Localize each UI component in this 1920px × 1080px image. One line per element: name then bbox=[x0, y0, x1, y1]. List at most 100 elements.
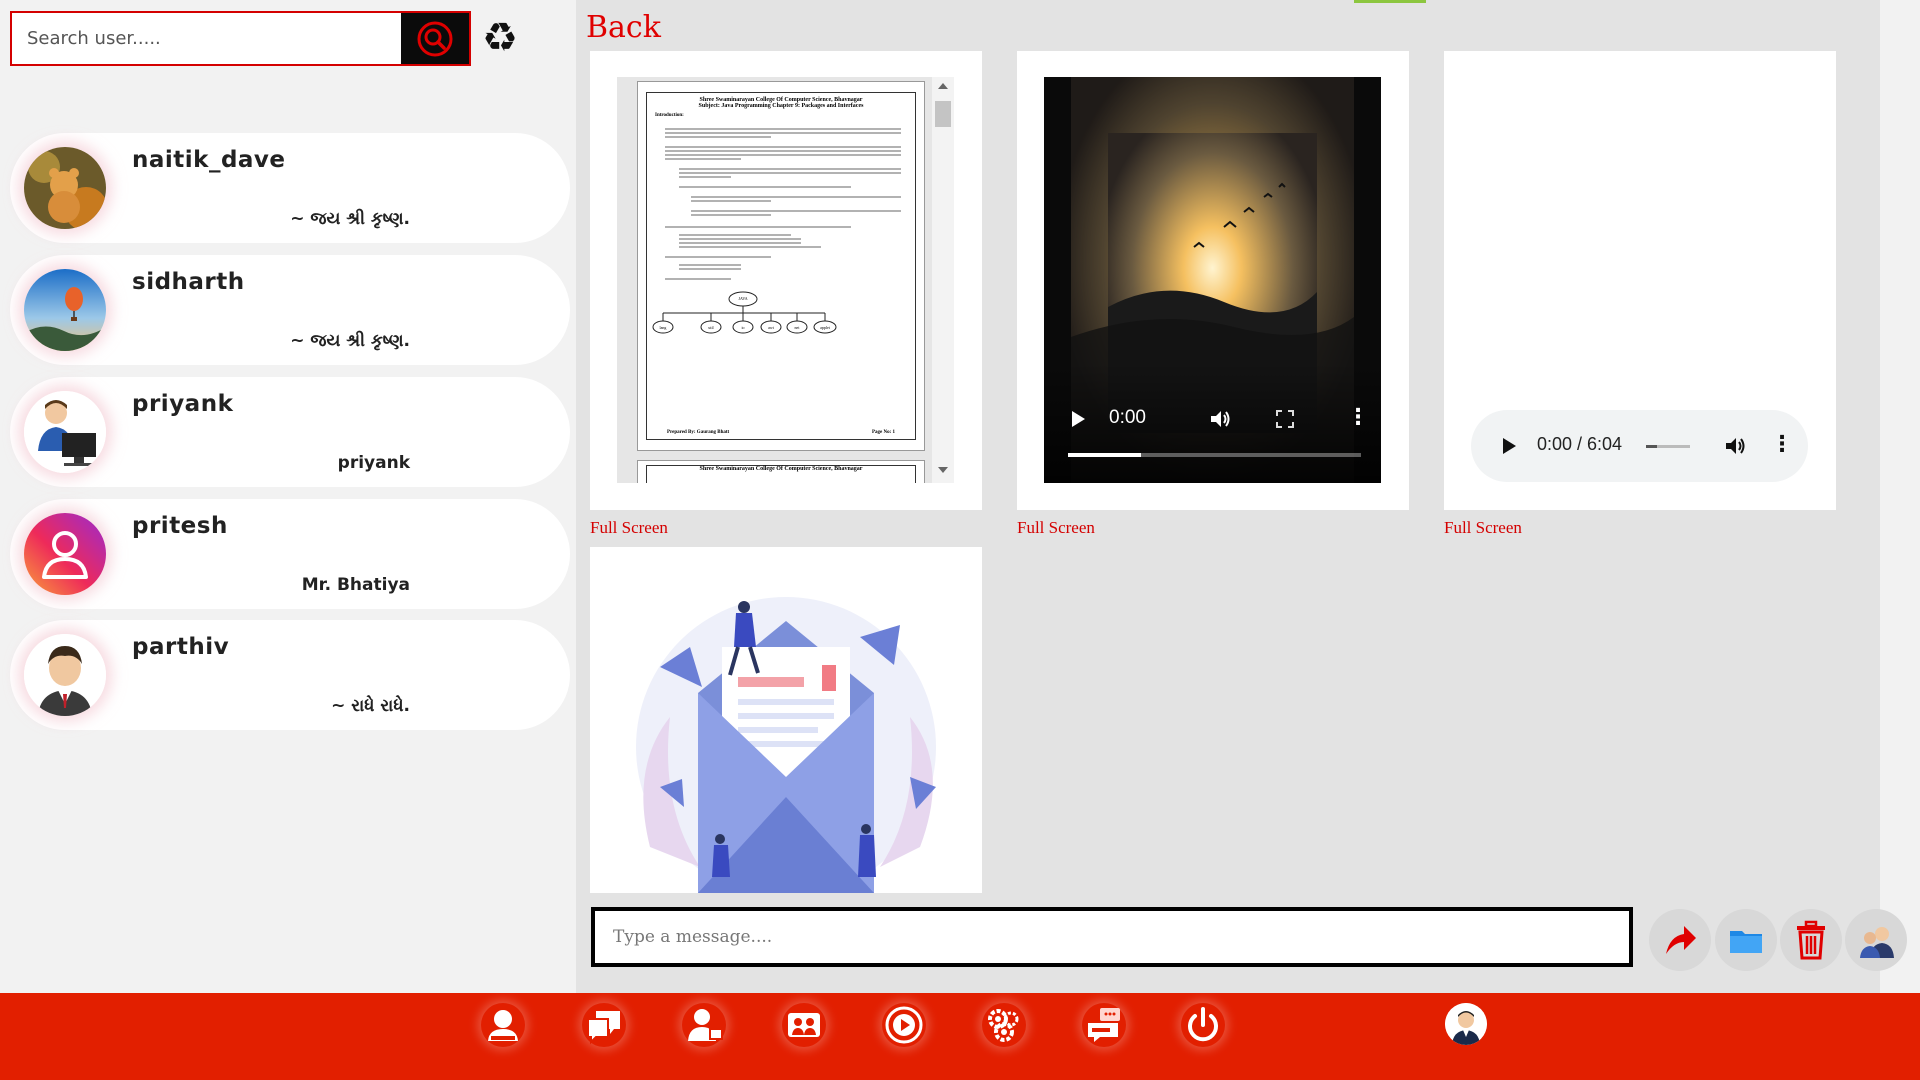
nav-profile[interactable] bbox=[481, 1003, 525, 1047]
settings-gears-icon bbox=[988, 1009, 1019, 1042]
video-play-icon bbox=[885, 1006, 923, 1044]
group-chat-icon bbox=[788, 1013, 820, 1037]
doc-footer-left: Prepared By: Gaurang Bhatt bbox=[667, 430, 730, 435]
account-avatar-icon bbox=[1445, 1003, 1487, 1045]
search-box bbox=[10, 11, 471, 66]
video-progress-fill bbox=[1068, 453, 1142, 457]
nav-account[interactable] bbox=[1445, 1003, 1487, 1045]
nav-video[interactable] bbox=[882, 1003, 926, 1047]
doc-section: Introduction: bbox=[655, 113, 684, 118]
doc-next-page-header: Shree Swaminarayan College Of Computer S… bbox=[646, 465, 916, 483]
doc-diagram-node-lang: lang bbox=[659, 325, 667, 330]
audio-volume-slider[interactable] bbox=[1646, 445, 1690, 448]
scrollbar-thumb[interactable] bbox=[935, 101, 951, 127]
audio-player[interactable]: 0:00 / 6:04 ⋮ bbox=[1471, 410, 1808, 482]
user-item-priyank[interactable]: priyank priyank bbox=[10, 377, 570, 487]
nav-feedback[interactable] bbox=[1082, 1003, 1126, 1047]
volume-icon[interactable] bbox=[1724, 435, 1746, 457]
fullscreen-icon[interactable] bbox=[1276, 410, 1294, 428]
user-name: sidharth bbox=[132, 269, 245, 295]
user-status: ~ જય શ્રી કૃષ્ણ. bbox=[290, 209, 410, 229]
top-accent-bar bbox=[1354, 0, 1426, 3]
attach-file-button[interactable] bbox=[1715, 909, 1777, 971]
delete-button[interactable] bbox=[1780, 909, 1842, 971]
avatar bbox=[24, 634, 106, 716]
nav-settings[interactable] bbox=[982, 1003, 1026, 1047]
video-time: 0:00 bbox=[1109, 407, 1146, 428]
doc-diagram-node-io: io bbox=[741, 325, 745, 330]
user-name: pritesh bbox=[132, 513, 228, 539]
user-sidebar: ♻ naitik_dave ~ જય શ્રી કૃષ્ણ. bbox=[0, 0, 576, 993]
video-controls: 0:00 ⋮ bbox=[1044, 363, 1381, 483]
doc-diagram-node-awt: awt bbox=[768, 325, 774, 330]
feedback-icon bbox=[1088, 1008, 1120, 1042]
envelope-illustration bbox=[636, 597, 936, 893]
document-viewer[interactable]: Shree Swaminarayan College Of Computer S… bbox=[617, 77, 954, 483]
doc-diagram-node-util: util bbox=[708, 325, 714, 330]
user-item-parthiv[interactable]: parthiv ~ રાધે રાધે. bbox=[10, 620, 570, 730]
trash-icon bbox=[1797, 920, 1825, 960]
message-input[interactable] bbox=[591, 907, 1633, 967]
recycle-icon[interactable]: ♻ bbox=[478, 16, 522, 60]
nav-group-chat[interactable] bbox=[782, 1003, 826, 1047]
volume-icon[interactable] bbox=[1209, 408, 1231, 430]
user-status: priyank bbox=[337, 453, 410, 473]
media-card-video: 0:00 ⋮ bbox=[1017, 51, 1409, 510]
media-card-image[interactable] bbox=[590, 547, 982, 893]
user-name: parthiv bbox=[132, 634, 230, 660]
group-button[interactable] bbox=[1845, 909, 1907, 971]
contacts-icon bbox=[688, 1009, 723, 1041]
user-status: ~ રાધે રાધે. bbox=[331, 696, 410, 716]
user-name: priyank bbox=[132, 391, 234, 417]
search-input[interactable] bbox=[12, 13, 401, 64]
send-button[interactable] bbox=[1649, 909, 1711, 971]
more-options-icon[interactable]: ⋮ bbox=[1347, 407, 1369, 429]
user-status: Mr. Bhatiya bbox=[301, 575, 410, 595]
more-options-icon[interactable]: ⋮ bbox=[1771, 434, 1793, 456]
scroll-down-arrow-icon[interactable] bbox=[938, 467, 948, 473]
play-icon[interactable] bbox=[1503, 438, 1516, 454]
nav-chat[interactable] bbox=[582, 1003, 626, 1047]
user-profile-icon bbox=[488, 1010, 518, 1041]
full-screen-link-video[interactable]: Full Screen bbox=[1017, 518, 1095, 538]
media-card-document: Shree Swaminarayan College Of Computer S… bbox=[590, 51, 982, 510]
audio-volume-fill bbox=[1646, 445, 1657, 448]
nav-contacts[interactable] bbox=[682, 1003, 726, 1047]
document-next-page: Shree Swaminarayan College Of Computer S… bbox=[637, 460, 925, 483]
video-progress-bar[interactable] bbox=[1068, 453, 1361, 457]
media-panel: Back Shree Swaminarayan College Of Compu… bbox=[576, 0, 1880, 993]
avatar bbox=[24, 513, 106, 595]
play-icon[interactable] bbox=[1072, 411, 1085, 427]
nav-logout[interactable] bbox=[1181, 1003, 1225, 1047]
avatar bbox=[24, 391, 106, 473]
user-name: naitik_dave bbox=[132, 147, 286, 173]
chat-icon bbox=[587, 1011, 620, 1045]
doc-diagram-node-applet: applet bbox=[820, 325, 830, 330]
document-scrollbar[interactable] bbox=[932, 77, 954, 483]
media-card-audio: 0:00 / 6:04 ⋮ bbox=[1444, 51, 1836, 510]
user-item-naitik-dave[interactable]: naitik_dave ~ જય શ્રી કૃષ્ણ. bbox=[10, 133, 570, 243]
user-item-pritesh[interactable]: pritesh Mr. Bhatiya bbox=[10, 499, 570, 609]
full-screen-link-document[interactable]: Full Screen bbox=[590, 518, 668, 538]
audio-time: 0:00 / 6:04 bbox=[1537, 434, 1623, 454]
user-status: ~ જય શ્રી કૃષ્ણ. bbox=[290, 331, 410, 351]
user-item-sidharth[interactable]: sidharth ~ જય શ્રી કૃષ્ણ. bbox=[10, 255, 570, 365]
scroll-up-arrow-icon[interactable] bbox=[938, 83, 948, 89]
power-icon bbox=[1188, 1007, 1218, 1042]
video-player[interactable]: 0:00 ⋮ bbox=[1044, 77, 1381, 483]
doc-diagram-root: JAVA bbox=[738, 296, 748, 301]
search-button[interactable] bbox=[401, 13, 469, 64]
send-arrow-icon bbox=[1666, 926, 1696, 954]
group-icon bbox=[1860, 927, 1894, 958]
search-icon bbox=[417, 21, 453, 56]
doc-diagram-node-net: net bbox=[794, 325, 800, 330]
avatar bbox=[24, 147, 106, 229]
bottom-navigation bbox=[0, 993, 1920, 1080]
doc-body-lines bbox=[665, 128, 901, 280]
folder-icon bbox=[1730, 931, 1762, 953]
document-page: Shree Swaminarayan College Of Computer S… bbox=[637, 81, 925, 451]
doc-footer-right: Page No: 1 bbox=[871, 430, 895, 435]
back-link[interactable]: Back bbox=[586, 10, 661, 45]
avatar bbox=[24, 269, 106, 351]
full-screen-link-audio[interactable]: Full Screen bbox=[1444, 518, 1522, 538]
